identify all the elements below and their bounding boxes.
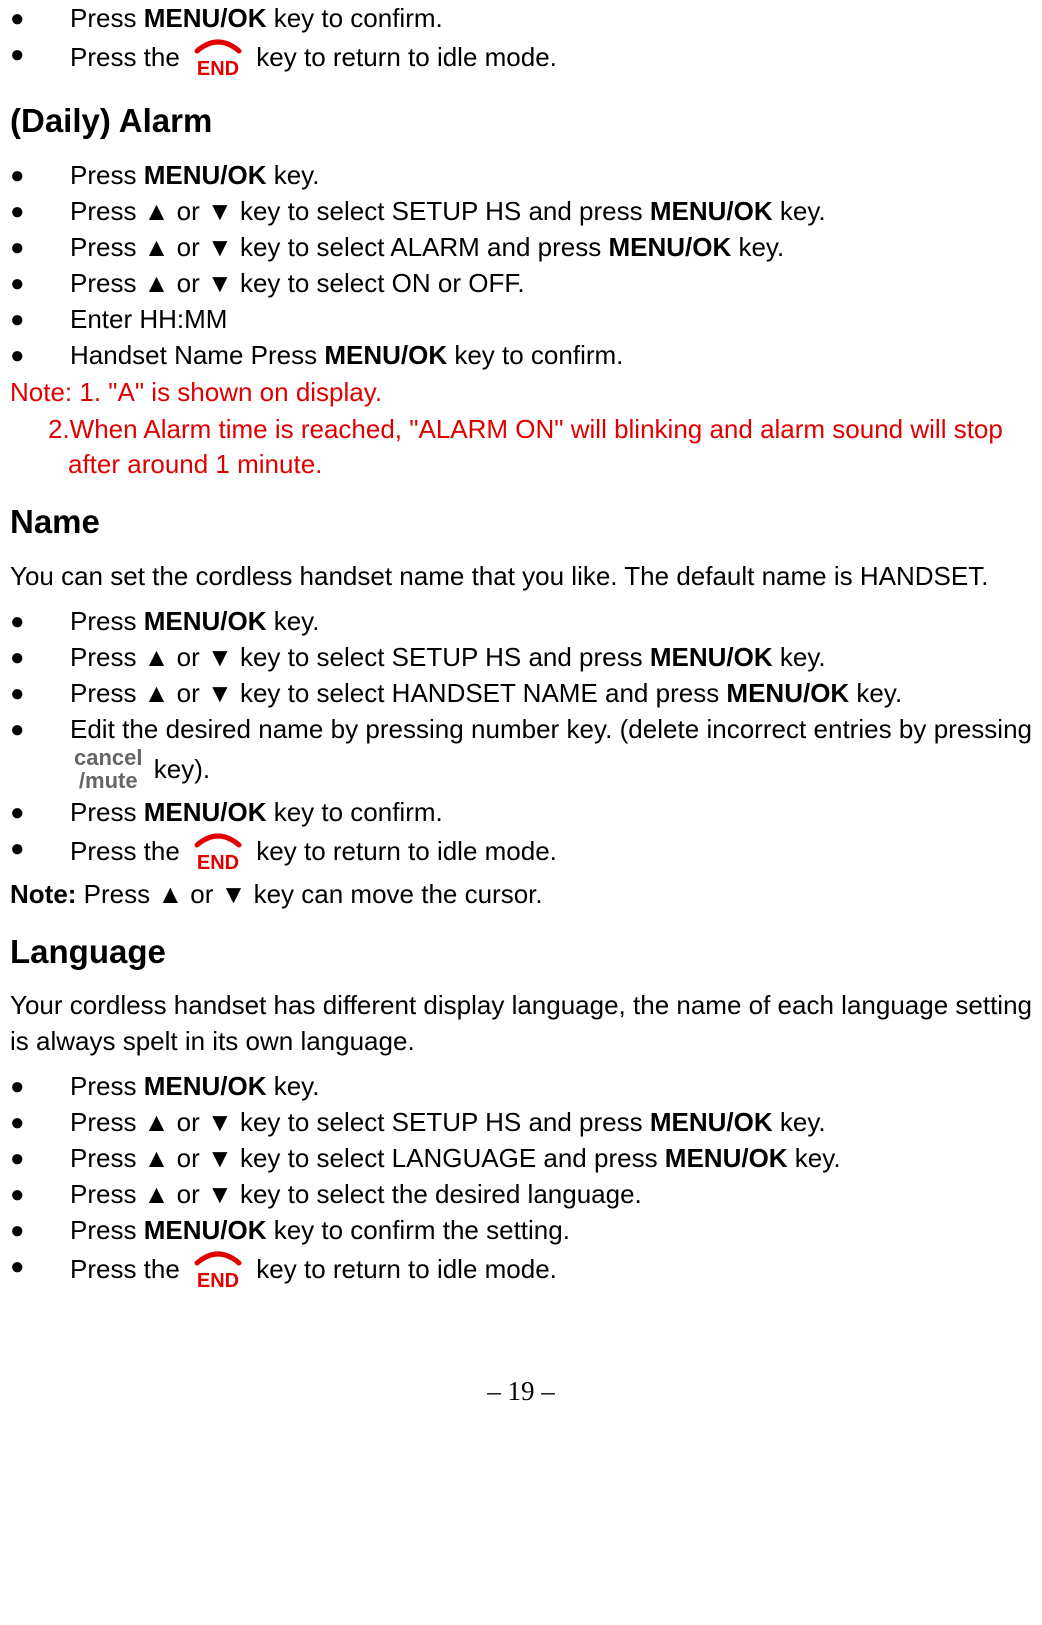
list-item: Press the END key to return to idle mode…	[10, 1249, 1032, 1293]
end-key-icon: END	[189, 1249, 247, 1293]
svg-text:END: END	[197, 1270, 239, 1292]
name-list: Press MENU/OK key. Press ▲ or ▼ key to s…	[10, 604, 1032, 875]
list-item: Press ▲ or ▼ key to select SETUP HS and …	[10, 194, 1032, 229]
page-number: – 19 –	[10, 1373, 1032, 1409]
text: key to return to idle mode.	[256, 836, 557, 866]
alarm-list: Press MENU/OK key. Press ▲ or ▼ key to s…	[10, 158, 1032, 374]
alarm-note2: 2.When Alarm time is reached, "ALARM ON"…	[10, 412, 1032, 482]
list-item: Press MENU/OK key to confirm.	[10, 795, 1032, 830]
name-intro: You can set the cordless handset name th…	[10, 559, 1032, 594]
text: Edit the desired name by pressing number…	[70, 714, 1032, 744]
text: key to confirm.	[266, 3, 442, 33]
list-item: Press ▲ or ▼ key to select ALARM and pre…	[10, 230, 1032, 265]
alarm-heading: (Daily) Alarm	[10, 99, 1032, 144]
intro-list: Press MENU/OK key to confirm. Press the …	[10, 1, 1032, 81]
language-heading: Language	[10, 930, 1032, 975]
name-heading: Name	[10, 500, 1032, 545]
text: Press the	[70, 42, 187, 72]
list-item: Press ▲ or ▼ key to select SETUP HS and …	[10, 1105, 1032, 1140]
list-item: Press the END key to return to idle mode…	[10, 37, 1032, 81]
list-item: Press MENU/OK key.	[10, 158, 1032, 193]
list-item: Press ▲ or ▼ key to select LANGUAGE and …	[10, 1141, 1032, 1176]
list-item: Press ▲ or ▼ key to select the desired l…	[10, 1177, 1032, 1212]
list-item: Press ▲ or ▼ key to select ON or OFF.	[10, 266, 1032, 301]
language-intro: Your cordless handset has different disp…	[10, 988, 1032, 1058]
svg-text:END: END	[197, 58, 239, 80]
text: Press the	[70, 1254, 187, 1284]
list-item: Press ▲ or ▼ key to select HANDSET NAME …	[10, 676, 1032, 711]
text: key to return to idle mode.	[256, 42, 557, 72]
cancel-mute-key-icon: cancel /mute	[74, 746, 143, 792]
list-item: Press ▲ or ▼ key to select SETUP HS and …	[10, 640, 1032, 675]
list-item: Press MENU/OK key to confirm the setting…	[10, 1213, 1032, 1248]
end-key-icon: END	[189, 37, 247, 81]
list-item: Enter HH:MM	[10, 302, 1032, 337]
list-item: Press MENU/OK key.	[10, 604, 1032, 639]
end-key-icon: END	[189, 831, 247, 875]
svg-text:END: END	[197, 852, 239, 874]
list-item: Edit the desired name by pressing number…	[10, 712, 1032, 793]
text: key).	[154, 753, 210, 783]
alarm-note1: Note: 1. "A" is shown on display.	[10, 375, 1032, 410]
list-item: Handset Name Press MENU/OK key to confir…	[10, 338, 1032, 373]
list-item: Press MENU/OK key to confirm.	[10, 1, 1032, 36]
language-list: Press MENU/OK key. Press ▲ or ▼ key to s…	[10, 1069, 1032, 1293]
list-item: Press the END key to return to idle mode…	[10, 831, 1032, 875]
list-item: Press MENU/OK key.	[10, 1069, 1032, 1104]
name-note: Note: Press ▲ or ▼ key can move the curs…	[10, 877, 1032, 912]
text: Press the	[70, 836, 187, 866]
text: key to return to idle mode.	[256, 1254, 557, 1284]
bold-text: MENU/OK	[144, 3, 267, 33]
text: Press	[70, 3, 144, 33]
